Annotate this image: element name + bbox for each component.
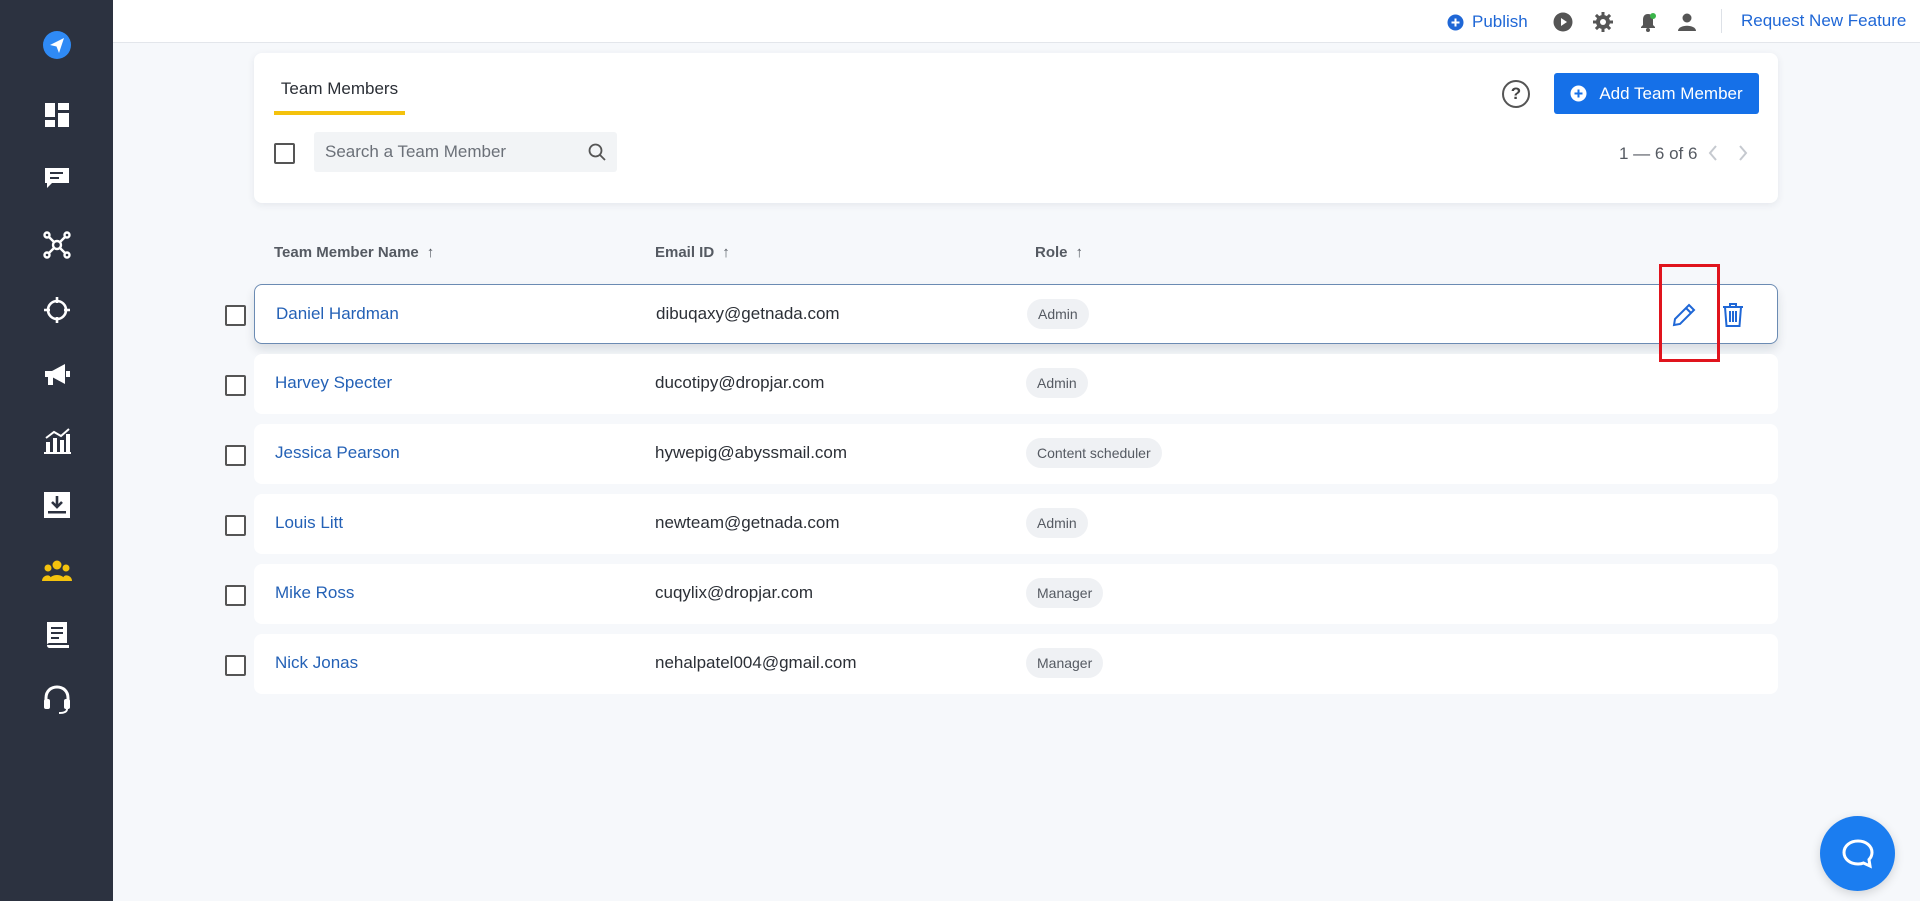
settings-button[interactable]	[1591, 10, 1615, 34]
request-feature-link[interactable]: Request New Feature	[1741, 11, 1906, 31]
sidebar-item-flows[interactable]	[0, 220, 113, 270]
member-email: nehalpatel004@gmail.com	[655, 653, 857, 672]
search-box	[314, 132, 617, 172]
role-badge: Admin	[1026, 368, 1088, 398]
row-checkbox[interactable]	[225, 305, 246, 326]
search-button[interactable]	[577, 132, 617, 172]
sidebar-item-support[interactable]	[0, 675, 113, 725]
team-icon	[41, 560, 72, 581]
member-email: cuqylix@dropjar.com	[655, 583, 814, 602]
row-checkbox[interactable]	[225, 375, 246, 396]
row-checkbox[interactable]	[225, 655, 246, 676]
column-header-name[interactable]: Team Member Name ↑	[274, 244, 434, 261]
user-icon	[1678, 13, 1696, 31]
sidebar-item-export[interactable]	[0, 480, 113, 530]
member-email: newteam@getnada.com	[655, 513, 840, 532]
member-email: dibuqaxy@getnada.com	[656, 304, 840, 323]
sort-arrow-icon: ↑	[722, 244, 730, 261]
plus-circle-icon	[1570, 85, 1587, 102]
sidebar-item-reports[interactable]	[0, 610, 113, 660]
chevron-left-icon	[1708, 145, 1717, 161]
delete-button[interactable]	[1717, 299, 1749, 331]
member-name-link[interactable]: Harvey Specter	[275, 373, 392, 393]
network-icon	[42, 231, 71, 259]
dashboard-icon	[44, 103, 69, 127]
chat-bubble-icon	[1841, 838, 1874, 869]
pagination-text: 1 — 6 of 6	[1619, 144, 1698, 163]
sidebar-item-team[interactable]	[0, 546, 113, 596]
target-icon	[43, 297, 70, 323]
publish-button[interactable]: Publish	[1447, 10, 1528, 34]
chevron-right-icon	[1739, 145, 1748, 161]
sidebar-item-home[interactable]	[0, 20, 113, 70]
sidebar-item-analytics[interactable]	[0, 416, 113, 466]
add-team-member-label: Add Team Member	[1599, 83, 1743, 103]
row-checkbox[interactable]	[225, 515, 246, 536]
table-row[interactable]: Daniel Hardman dibuqaxy@getnada.com Admi…	[254, 284, 1778, 344]
column-header-label: Role	[1035, 244, 1068, 261]
play-icon	[1553, 12, 1573, 32]
sidebar-item-dashboard[interactable]	[0, 90, 113, 140]
sidebar-item-broadcast[interactable]	[0, 350, 113, 400]
table-row[interactable]: Harvey Specter ducotipy@dropjar.com Admi…	[254, 354, 1778, 414]
search-icon	[588, 143, 606, 161]
table-row[interactable]: Louis Litt newteam@getnada.com Admin	[254, 494, 1778, 554]
table-row[interactable]: Jessica Pearson hywepig@abyssmail.com Co…	[254, 424, 1778, 484]
sidebar-item-conversations[interactable]	[0, 154, 113, 204]
notifications-button[interactable]	[1636, 10, 1660, 34]
team-members-header-card: Team Members ? Add Team Member 1 — 6 of …	[254, 53, 1778, 203]
member-name-link[interactable]: Mike Ross	[275, 583, 354, 603]
pencil-icon	[1672, 303, 1696, 327]
column-header-email[interactable]: Email ID ↑	[655, 244, 730, 261]
help-icon[interactable]: ?	[1502, 80, 1530, 108]
headset-icon	[43, 685, 70, 714]
analytics-icon	[43, 428, 71, 454]
chat-launcher-button[interactable]	[1820, 816, 1895, 891]
tab-team-members[interactable]: Team Members	[274, 79, 405, 115]
column-header-role[interactable]: Role ↑	[1035, 244, 1083, 261]
member-name-link[interactable]: Louis Litt	[275, 513, 343, 533]
role-badge: Manager	[1026, 648, 1104, 678]
sort-arrow-icon: ↑	[426, 244, 435, 261]
chat-icon	[44, 168, 69, 188]
next-page-button[interactable]	[1732, 141, 1754, 165]
send-icon	[42, 31, 71, 59]
download-icon	[43, 492, 70, 518]
profile-button[interactable]	[1675, 10, 1699, 34]
table-row[interactable]: Mike Ross cuqylix@dropjar.com Manager	[254, 564, 1778, 624]
member-email: ducotipy@dropjar.com	[655, 373, 825, 392]
sidebar	[0, 0, 113, 901]
member-name-link[interactable]: Daniel Hardman	[276, 304, 399, 324]
row-checkbox[interactable]	[225, 585, 246, 606]
row-checkbox[interactable]	[225, 445, 246, 466]
trash-icon	[1723, 303, 1743, 327]
add-team-member-button[interactable]: Add Team Member	[1554, 73, 1759, 114]
prev-page-button[interactable]	[1702, 141, 1724, 165]
preview-button[interactable]	[1551, 10, 1575, 34]
member-name-link[interactable]: Jessica Pearson	[275, 443, 400, 463]
megaphone-icon	[44, 364, 70, 385]
role-badge: Admin	[1026, 508, 1088, 538]
publish-label: Publish	[1472, 12, 1528, 31]
member-name-link[interactable]: Nick Jonas	[275, 653, 358, 673]
document-icon	[46, 622, 69, 648]
edit-button[interactable]	[1668, 299, 1700, 331]
sidebar-item-targeting[interactable]	[0, 285, 113, 335]
member-email: hywepig@abyssmail.com	[655, 443, 848, 462]
sort-arrow-icon: ↑	[1075, 244, 1084, 261]
table-row[interactable]: Nick Jonas nehalpatel004@gmail.com Manag…	[254, 634, 1778, 694]
search-input[interactable]	[314, 142, 577, 162]
column-header-label: Team Member Name	[274, 244, 419, 261]
bell-icon	[1641, 13, 1656, 32]
gear-icon	[1593, 12, 1613, 32]
role-badge: Admin	[1027, 299, 1089, 329]
role-badge: Content scheduler	[1026, 438, 1162, 468]
select-all-checkbox[interactable]	[274, 143, 295, 164]
column-header-label: Email ID	[655, 244, 715, 261]
role-badge: Manager	[1026, 578, 1104, 608]
topbar-divider	[1721, 9, 1722, 33]
plus-circle-icon	[1447, 14, 1464, 30]
